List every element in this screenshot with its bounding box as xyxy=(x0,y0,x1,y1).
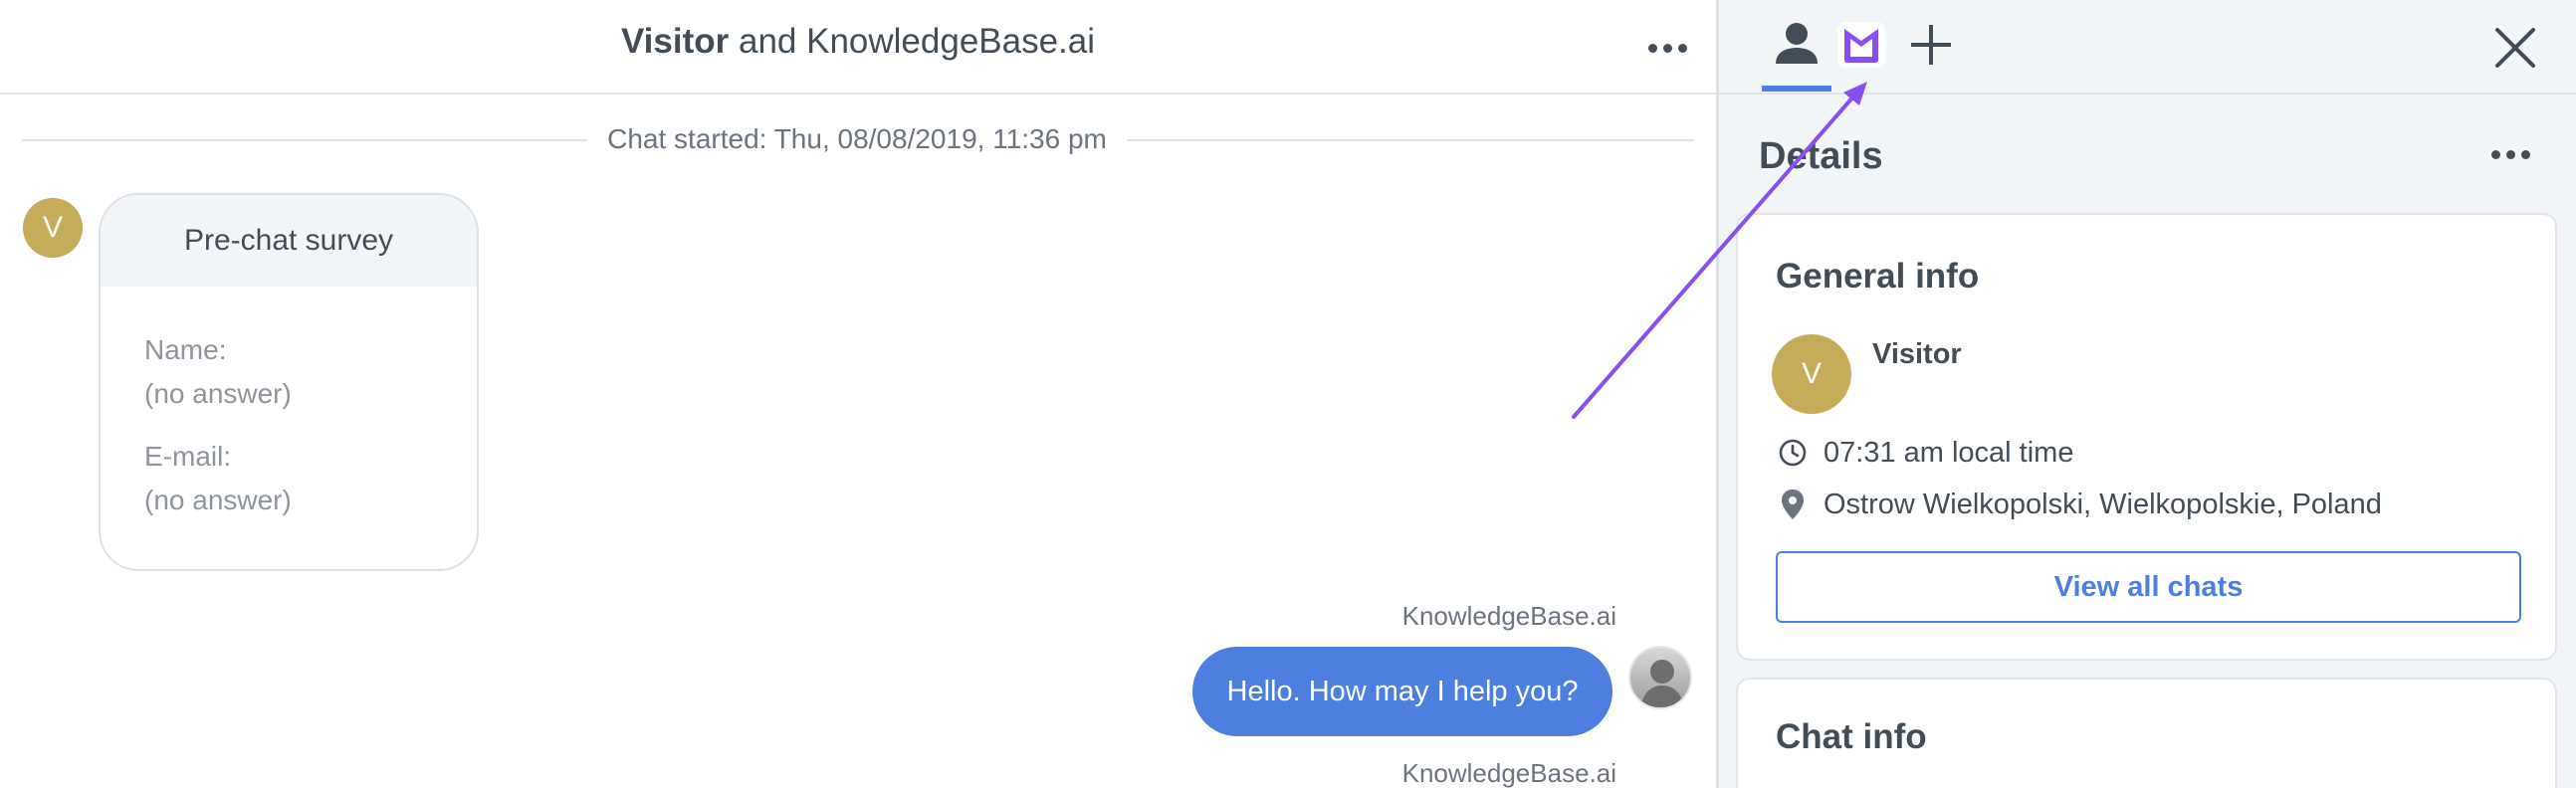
chat-more-options-button[interactable] xyxy=(1642,28,1692,68)
chat-info-card: Chat info xyxy=(1736,678,2557,788)
survey-title: Pre-chat survey xyxy=(101,195,477,287)
location-text: Ostrow Wielkopolski, Wielkopolskie, Pola… xyxy=(1824,488,2382,520)
location-row: Ostrow Wielkopolski, Wielkopolskie, Pola… xyxy=(1776,488,2382,521)
chat-header: Visitor and KnowledgeBase.ai xyxy=(0,0,1716,95)
survey-field-value: (no answer) xyxy=(144,485,292,515)
message-author: KnowledgeBase.ai xyxy=(1401,601,1616,631)
tab-add-app[interactable] xyxy=(1901,10,1961,92)
side-panel-tabs xyxy=(1719,0,2576,95)
more-dot xyxy=(1647,43,1657,53)
more-dot xyxy=(1662,43,1672,53)
clock-icon xyxy=(1776,436,1810,470)
general-info-card: General info V Visitor 07:31 am local ti… xyxy=(1736,213,2557,661)
more-dot xyxy=(2505,149,2515,159)
agent-silhouette-icon xyxy=(1640,660,1684,707)
chat-info-title: Chat info xyxy=(1776,717,1927,756)
agent-message-bubble: Hello. How may I help you? xyxy=(1192,647,1612,736)
local-time-row: 07:31 am local time xyxy=(1776,436,2073,470)
details-side-panel: Details General info V Visitor 07:31 am … xyxy=(1719,0,2576,788)
details-heading: Details xyxy=(1759,135,1883,177)
details-more-options-button[interactable] xyxy=(2485,139,2535,169)
pre-chat-survey-card: Pre-chat survey Name: (no answer) E-mail… xyxy=(99,193,479,571)
survey-field-value: (no answer) xyxy=(144,378,292,409)
more-dot xyxy=(2520,149,2530,159)
more-dot xyxy=(1677,43,1687,53)
plus-icon xyxy=(1911,25,1951,65)
close-icon xyxy=(2495,28,2535,68)
local-time-text: 07:31 am local time xyxy=(1824,436,2074,469)
chat-started-separator: Chat started: Thu, 08/08/2019, 11:36 pm xyxy=(22,119,1694,159)
chat-title-visitor: Visitor xyxy=(620,22,730,61)
close-panel-button[interactable] xyxy=(2485,18,2545,78)
survey-field-label: E-mail: xyxy=(144,441,232,472)
visitor-avatar: V xyxy=(23,198,83,258)
survey-field-label: Name: xyxy=(144,334,227,365)
separator-line xyxy=(22,139,587,141)
agent-avatar xyxy=(1628,646,1692,709)
visitor-avatar: V xyxy=(1772,334,1851,414)
location-pin-icon xyxy=(1776,488,1810,521)
message-author: KnowledgeBase.ai xyxy=(1401,758,1616,788)
separator-line xyxy=(1127,139,1694,141)
survey-body: Name: (no answer) E-mail: (no answer) xyxy=(101,287,477,522)
general-info-title: General info xyxy=(1776,257,1980,296)
more-dot xyxy=(2490,149,2500,159)
tab-visitor-details[interactable] xyxy=(1762,10,1831,92)
chat-started-text: Chat started: Thu, 08/08/2019, 11:36 pm xyxy=(607,123,1107,154)
chat-title: Visitor and KnowledgeBase.ai xyxy=(0,22,1716,62)
chat-pane: Visitor and KnowledgeBase.ai Chat starte… xyxy=(0,0,1716,788)
visitor-name: Visitor xyxy=(1872,338,1962,370)
person-icon xyxy=(1776,23,1818,64)
knowledgebase-icon xyxy=(1837,22,1885,68)
tab-knowledgebase[interactable] xyxy=(1831,10,1891,92)
view-all-chats-button[interactable]: View all chats xyxy=(1776,551,2521,623)
chat-title-rest: and KnowledgeBase.ai xyxy=(729,22,1096,61)
